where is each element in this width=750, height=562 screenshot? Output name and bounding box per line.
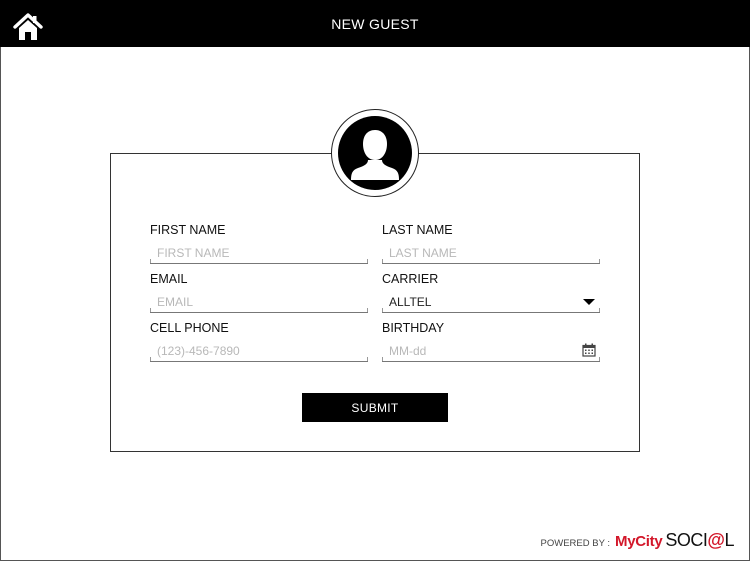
top-bar: NEW GUEST bbox=[0, 0, 750, 47]
birthday-input[interactable] bbox=[382, 342, 579, 360]
brand-at-symbol: @ bbox=[707, 530, 725, 550]
email-label: EMAIL bbox=[150, 272, 188, 286]
brand-logo-social: SOCI@L bbox=[665, 530, 734, 551]
birthday-label: BIRTHDAY bbox=[382, 321, 445, 335]
powered-by-footer: POWERED BY : MyCity SOCI@L bbox=[540, 530, 735, 551]
first-name-field: FIRST NAME bbox=[150, 222, 368, 264]
last-name-label: LAST NAME bbox=[382, 223, 453, 237]
brand-social-text: SOCI bbox=[665, 530, 708, 550]
dropdown-caret-icon[interactable] bbox=[583, 299, 595, 305]
birthday-field: BIRTHDAY bbox=[382, 320, 600, 362]
last-name-field: LAST NAME bbox=[382, 222, 600, 264]
submit-button[interactable]: SUBMIT bbox=[302, 393, 448, 422]
powered-by-text: POWERED BY : bbox=[540, 538, 611, 549]
first-name-input[interactable] bbox=[150, 244, 347, 262]
cell-phone-input[interactable] bbox=[150, 342, 347, 360]
page-title: NEW GUEST bbox=[331, 16, 419, 32]
brand-social-end: L bbox=[724, 530, 734, 550]
carrier-selected-value: ALLTEL bbox=[389, 295, 432, 309]
email-field: EMAIL bbox=[150, 271, 368, 313]
cell-phone-field: CELL PHONE bbox=[150, 320, 368, 362]
avatar[interactable] bbox=[331, 109, 419, 197]
calendar-icon[interactable] bbox=[582, 343, 596, 357]
brand-logo-mycity: MyCity bbox=[615, 533, 663, 550]
cell-phone-label: CELL PHONE bbox=[150, 321, 229, 335]
first-name-label: FIRST NAME bbox=[150, 223, 226, 237]
last-name-input[interactable] bbox=[382, 244, 579, 262]
carrier-label: CARRIER bbox=[382, 272, 439, 286]
email-input[interactable] bbox=[150, 293, 347, 311]
carrier-field: CARRIER ALLTEL bbox=[382, 271, 600, 313]
carrier-select[interactable]: ALLTEL bbox=[382, 293, 600, 313]
user-silhouette-icon bbox=[351, 130, 399, 180]
